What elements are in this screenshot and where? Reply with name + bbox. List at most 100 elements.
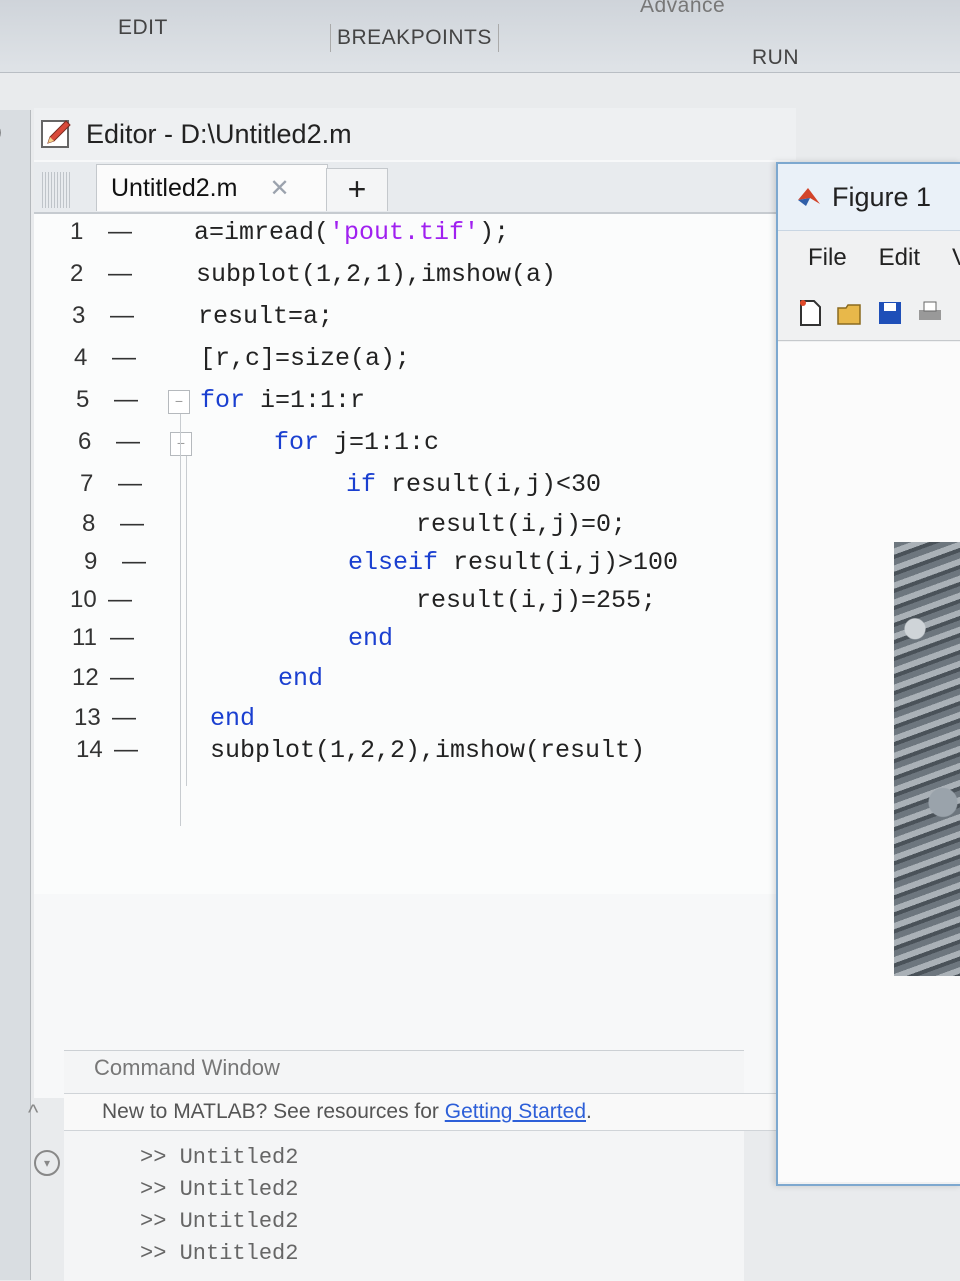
menu-view[interactable]: V xyxy=(952,244,960,272)
editor-panel: Editor - D:\Untitled2.m Untitled2.m ✕ + … xyxy=(34,108,796,1098)
tab-advance[interactable]: Advance xyxy=(640,0,725,18)
code-token: ); xyxy=(479,218,510,247)
line-number: 11 xyxy=(72,624,97,651)
breakpoint-marker[interactable]: — xyxy=(108,586,132,614)
command-window-title: Command Window xyxy=(94,1055,280,1080)
code-line[interactable]: 1 — a=imread('pout.tif'); xyxy=(34,218,790,256)
command-window-actions-icon[interactable]: ▾ xyxy=(34,1150,60,1176)
code-line[interactable]: 5 — for i=1:1:r xyxy=(34,386,790,424)
line-number: 2 xyxy=(70,260,84,287)
getting-started-notice: New to MATLAB? See resources for Getting… xyxy=(64,1093,782,1131)
code-token: a=imread( xyxy=(194,218,330,247)
print-icon[interactable] xyxy=(916,298,944,328)
breakpoint-marker[interactable]: — xyxy=(114,386,138,414)
breakpoint-marker[interactable]: — xyxy=(112,344,136,372)
tab-edit[interactable]: EDIT xyxy=(118,16,168,40)
code-token: j=1:1:c xyxy=(319,428,440,457)
getting-started-link[interactable]: Getting Started xyxy=(445,1100,586,1123)
breakpoint-marker[interactable]: — xyxy=(112,704,136,732)
line-number: 10 xyxy=(70,586,97,613)
line-number: 6 xyxy=(78,428,92,455)
figure-title-bar[interactable]: Figure 1 xyxy=(778,164,960,231)
chevron-up-icon[interactable]: ^ xyxy=(28,1100,38,1126)
code-line[interactable]: 3 — result=a; xyxy=(34,302,790,340)
code-text: end xyxy=(210,704,255,733)
tab-untitled2[interactable]: Untitled2.m ✕ xyxy=(96,164,328,211)
code-area[interactable]: − − 1— a=imread('pout.tif'); 2— subplot(1,2… xyxy=(34,214,790,894)
code-line[interactable]: 8 — result(i,j)=0; xyxy=(34,510,790,548)
code-line[interactable]: 12 — end xyxy=(34,664,790,702)
figure-image xyxy=(894,542,960,976)
code-line[interactable]: 10 — result(i,j)=255; xyxy=(34,586,790,624)
line-number: 4 xyxy=(74,344,88,371)
tab-run[interactable]: RUN xyxy=(752,46,799,70)
breakpoint-marker[interactable]: — xyxy=(120,510,144,538)
command-history-line: >> Untitled2 xyxy=(140,1209,299,1234)
figure-title: Figure 1 xyxy=(832,181,932,212)
code-token: subplot(1,2,1),imshow(a) xyxy=(196,260,557,289)
breakpoint-marker[interactable]: — xyxy=(110,664,134,692)
line-number: 14 xyxy=(76,736,103,763)
code-text: subplot(1,2,1),imshow(a) xyxy=(196,260,556,289)
breakpoint-marker[interactable]: — xyxy=(110,302,134,330)
code-keyword: end xyxy=(210,704,256,733)
close-icon[interactable]: ✕ xyxy=(269,174,289,203)
code-token: i=1:1:r xyxy=(245,386,366,415)
code-keyword: for xyxy=(200,386,246,415)
figure-canvas[interactable] xyxy=(778,342,960,1182)
breakpoint-marker[interactable]: — xyxy=(122,548,146,576)
code-line[interactable]: 6 — for j=1:1:c xyxy=(34,428,790,466)
command-history-line: >> Untitled2 xyxy=(140,1241,299,1266)
code-line[interactable]: 9 — elseif result(i,j)>100 xyxy=(34,548,790,586)
tab-breakpoints[interactable]: BREAKPOINTS xyxy=(330,24,499,52)
save-icon[interactable] xyxy=(876,298,904,328)
command-history-line: >> Untitled2 xyxy=(140,1177,299,1202)
breakpoint-marker[interactable]: — xyxy=(116,428,140,456)
menu-edit[interactable]: Edit xyxy=(879,244,920,272)
menu-file[interactable]: File xyxy=(808,244,847,272)
code-keyword: end xyxy=(348,624,394,653)
code-line[interactable]: 2 — subplot(1,2,1),imshow(a) xyxy=(34,260,790,298)
editor-tab-bar: Untitled2.m ✕ + xyxy=(34,162,790,214)
command-window[interactable]: Command Window New to MATLAB? See resour… xyxy=(64,1050,782,1281)
code-text: result(i,j)=255; xyxy=(416,586,656,615)
editor-title-bar: Editor - D:\Untitled2.m xyxy=(34,108,796,160)
add-tab-button[interactable]: + xyxy=(326,168,388,211)
left-panel-gutter xyxy=(0,110,31,1280)
line-number: 7 xyxy=(80,470,94,497)
code-text: result(i,j)=0; xyxy=(416,510,626,539)
line-number: 13 xyxy=(74,704,101,731)
notice-end: . xyxy=(586,1100,592,1123)
breakpoint-marker[interactable]: — xyxy=(108,218,132,246)
figure-toolbar xyxy=(778,286,960,341)
code-line[interactable]: 4 — [r,c]=size(a); xyxy=(34,344,790,382)
breakpoint-marker[interactable]: — xyxy=(118,470,142,498)
code-text: for i=1:1:r xyxy=(200,386,365,415)
code-line[interactable]: 11 — end xyxy=(34,624,790,662)
open-folder-icon[interactable] xyxy=(836,298,864,328)
figure-menu-bar: File Edit V xyxy=(778,232,960,284)
code-keyword: end xyxy=(278,664,324,693)
figure-window[interactable]: Figure 1 File Edit V xyxy=(776,162,960,1186)
code-token: result=a; xyxy=(198,302,334,331)
matlab-logo-icon xyxy=(798,188,820,206)
breakpoint-marker[interactable]: — xyxy=(108,260,132,288)
code-token: result(i,j)>100 xyxy=(438,548,679,577)
editor-title: Editor - D:\Untitled2.m xyxy=(86,118,352,149)
pencil-icon xyxy=(40,117,74,151)
code-text: result=a; xyxy=(198,302,333,331)
breakpoint-marker[interactable]: — xyxy=(110,624,134,652)
code-text: a=imread('pout.tif'); xyxy=(194,218,509,247)
code-text: if result(i,j)<30 xyxy=(346,470,601,499)
new-figure-icon[interactable] xyxy=(796,298,824,328)
code-line[interactable]: 7 — if result(i,j)<30 xyxy=(34,470,790,508)
line-number: 1 xyxy=(70,218,84,245)
code-string: 'pout.tif' xyxy=(329,218,480,247)
line-number: 8 xyxy=(82,510,96,537)
code-line[interactable]: 14 — subplot(1,2,2),imshow(result) xyxy=(34,736,790,774)
breakpoint-marker[interactable]: — xyxy=(114,736,138,764)
tab-grip[interactable] xyxy=(42,172,70,208)
code-keyword: elseif xyxy=(348,548,439,577)
code-text: elseif result(i,j)>100 xyxy=(348,548,678,577)
code-text: [r,c]=size(a); xyxy=(200,344,410,373)
